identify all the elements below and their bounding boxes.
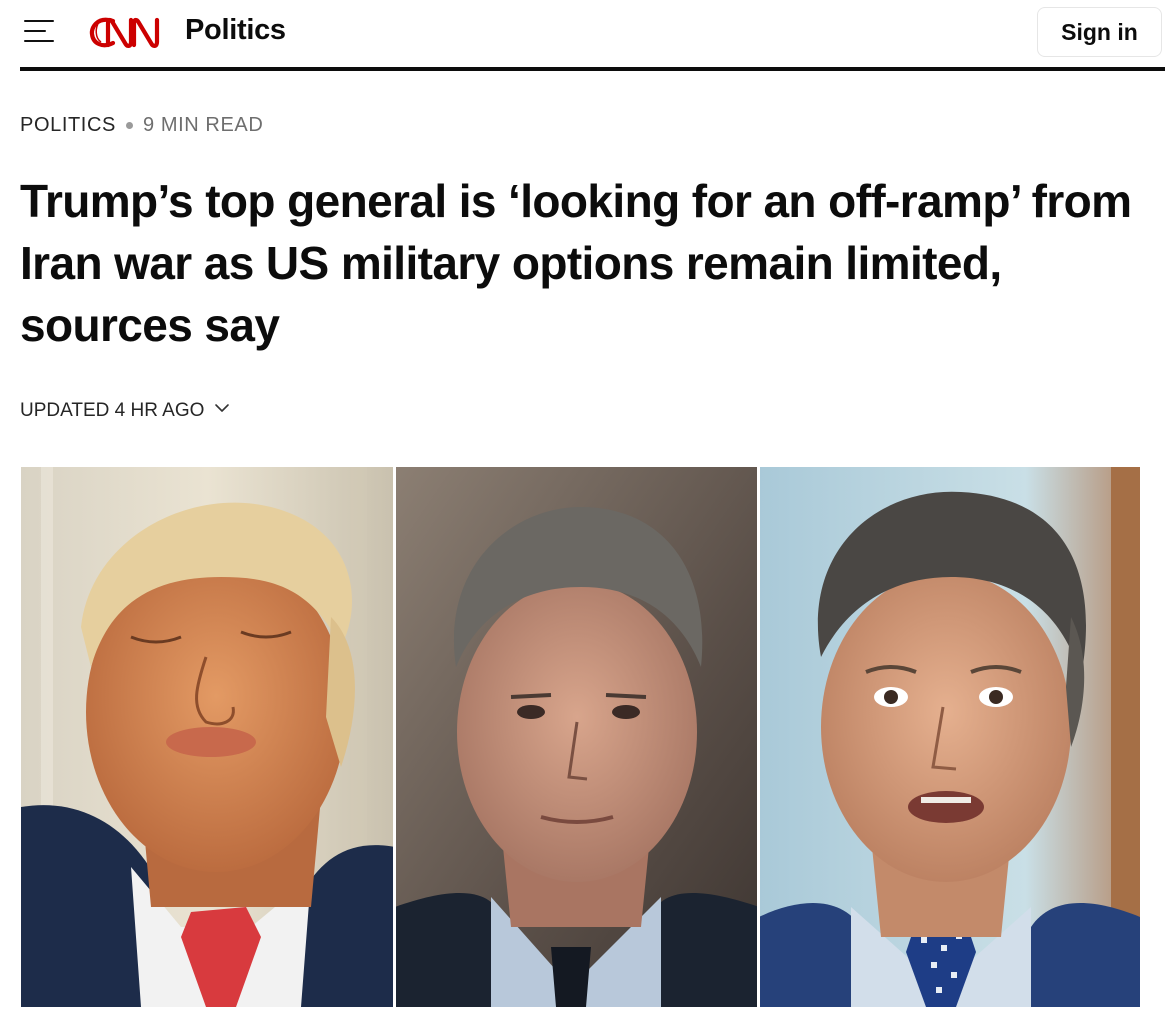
read-time: 9 MIN READ (142, 114, 264, 136)
site-header: Politics Sign in (0, 0, 1168, 71)
section-link[interactable]: POLITICS (20, 114, 116, 137)
article-headline: Trump’s top general is ‘looking for an o… (20, 175, 1132, 351)
header-divider (20, 67, 1165, 71)
chevron-down-icon (215, 404, 230, 412)
sign-in-button[interactable]: Sign in (1037, 7, 1162, 57)
cnn-logo[interactable] (89, 12, 173, 52)
updated-timestamp: UPDATED 4 HR AGO (20, 400, 205, 421)
portrait-panel-3 (759, 467, 1140, 1007)
portrait-panel-2 (395, 467, 759, 1007)
article-kicker: POLITICS 9 MIN READ (20, 114, 263, 137)
updated-timestamp-toggle[interactable]: UPDATED 4 HR AGO (20, 400, 230, 422)
section-title[interactable]: Politics (185, 14, 286, 47)
portrait-panel-1 (21, 467, 395, 1007)
separator-dot (125, 122, 133, 129)
hamburger-menu-icon[interactable] (24, 20, 54, 44)
hero-image (21, 467, 1140, 1007)
